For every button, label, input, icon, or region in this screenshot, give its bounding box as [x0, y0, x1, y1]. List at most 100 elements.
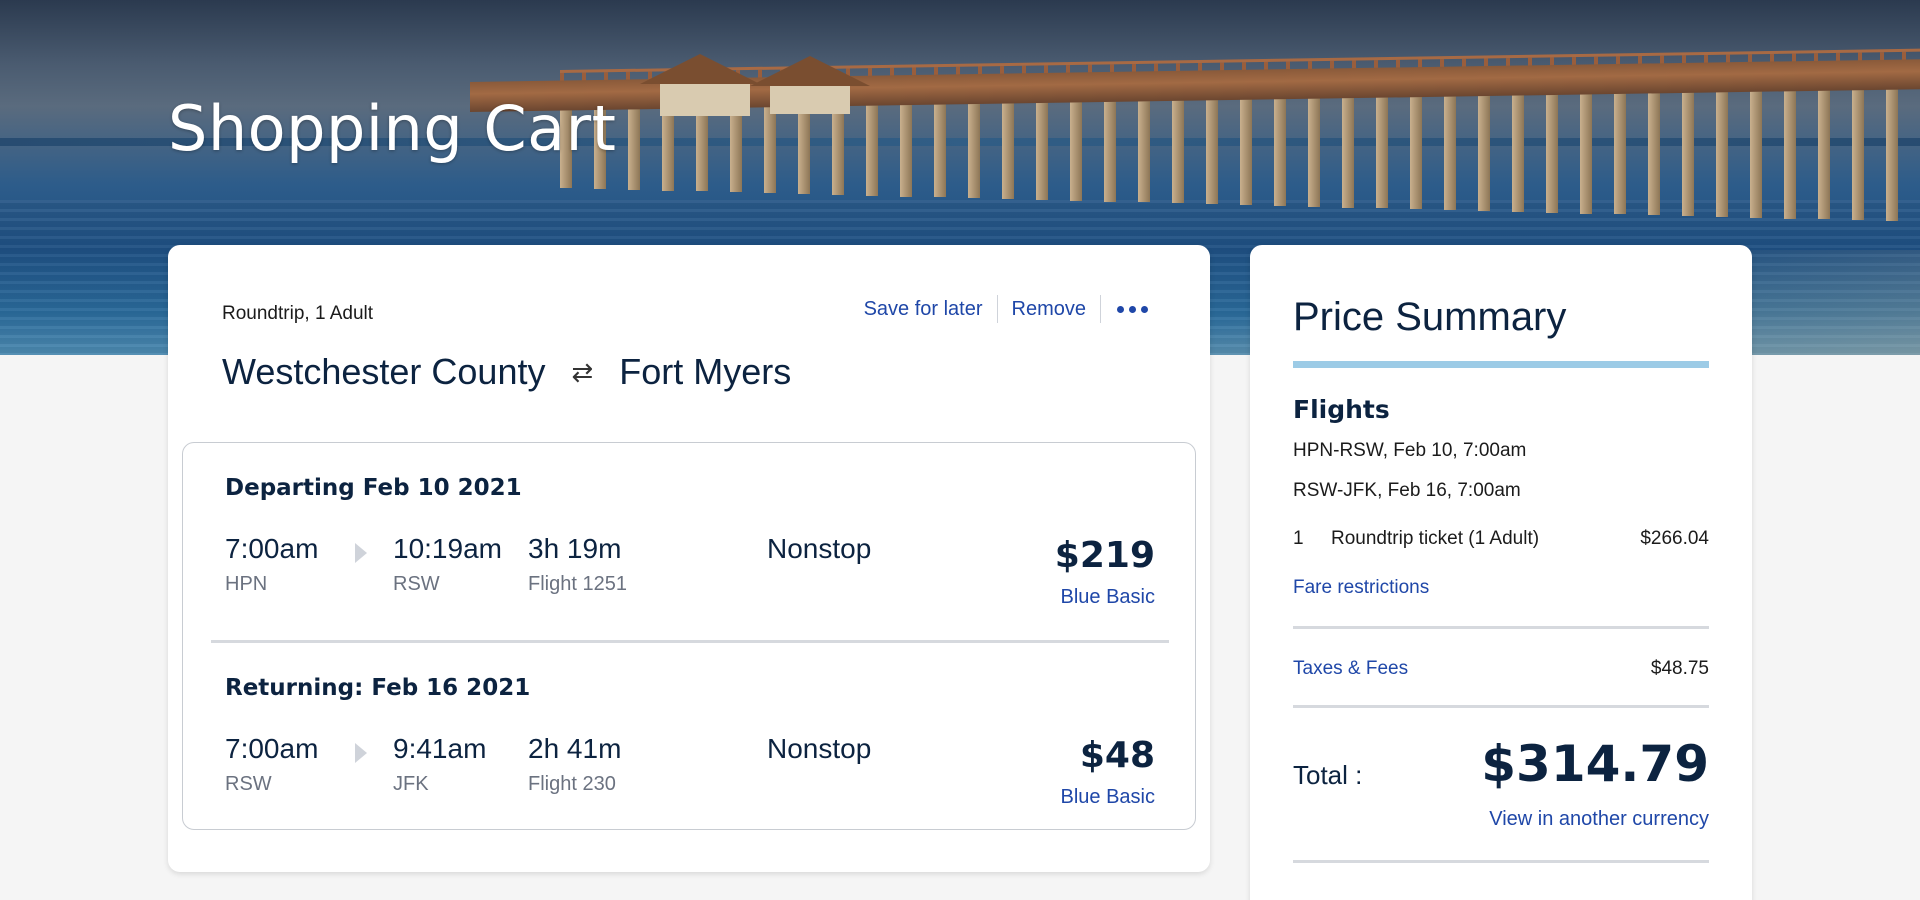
pier-piling: [1614, 90, 1626, 215]
total-amount: $314.79: [1481, 735, 1709, 793]
departure-code: HPN: [225, 573, 268, 595]
arrow-right-icon: [355, 543, 367, 563]
pier-piling: [1886, 86, 1898, 222]
pier-piling: [1206, 97, 1218, 205]
arrival-col: 9:41am JFK: [393, 733, 486, 796]
trip-meta: Roundtrip, 1 Adult: [222, 303, 374, 324]
arrow-right-icon: [355, 743, 367, 763]
departure-col: 7:00am HPN: [225, 533, 318, 596]
pier-piling: [1138, 98, 1150, 203]
divider: [1293, 860, 1709, 863]
pier-piling: [1410, 94, 1422, 210]
ticket-row: 1 Roundtrip ticket (1 Adult) $266.04: [1293, 528, 1709, 550]
departure-time: 7:00am: [225, 733, 319, 764]
pier-piling: [1478, 93, 1490, 211]
page-title: Shopping Cart: [168, 92, 617, 165]
swap-arrows-icon: ⇄: [571, 356, 594, 387]
departure-code: RSW: [225, 773, 272, 795]
segment-price: $219: [1054, 535, 1155, 576]
segment-departing: Departing Feb 10 2021 7:00am HPN 10:19am…: [183, 443, 1195, 637]
pier-piling: [1308, 95, 1320, 207]
pier-piling: [1580, 91, 1592, 214]
ticket-qty: 1: [1293, 528, 1304, 549]
pier-hut: [660, 82, 750, 116]
segment-returning: Returning: Feb 16 2021 7:00am RSW 9:41am…: [183, 643, 1195, 837]
arrival-time: 9:41am: [393, 733, 487, 764]
flights-heading: Flights: [1293, 395, 1390, 424]
stops-col: Nonstop: [767, 533, 871, 565]
fare-restrictions-link[interactable]: Fare restrictions: [1293, 577, 1429, 599]
pier-piling: [1682, 89, 1694, 217]
arrival-time: 10:19am: [393, 533, 502, 564]
save-for-later-link[interactable]: Save for later: [864, 298, 983, 321]
pier-piling: [1818, 87, 1830, 220]
pier-piling: [764, 104, 776, 194]
pier-piling: [934, 101, 946, 198]
pier-piling: [1750, 88, 1762, 218]
duration-col: 2h 41m Flight 230: [528, 733, 621, 796]
flight-number: Flight 1251: [528, 573, 627, 595]
pier-piling: [1546, 92, 1558, 213]
pier-piling: [968, 101, 980, 199]
taxes-row: Taxes & Fees $48.75: [1293, 658, 1709, 680]
divider: [1100, 295, 1101, 323]
price-summary-title: Price Summary: [1293, 295, 1567, 339]
pier-piling: [1444, 93, 1456, 211]
ticket-amount: $266.04: [1640, 528, 1709, 549]
remove-link[interactable]: Remove: [1012, 298, 1086, 321]
pier-piling: [1240, 97, 1252, 205]
duration-col: 3h 19m Flight 1251: [528, 533, 627, 596]
pier-piling: [1342, 95, 1354, 208]
accent-bar: [1293, 361, 1709, 368]
price-col: $48 Blue Basic: [1061, 735, 1156, 809]
pier-piling: [1104, 99, 1116, 202]
ticket-desc: Roundtrip ticket (1 Adult): [1331, 528, 1540, 549]
destination-city: Fort Myers: [619, 351, 792, 392]
segment-title: Departing Feb 10 2021: [225, 475, 522, 501]
flight-segments: Departing Feb 10 2021 7:00am HPN 10:19am…: [182, 442, 1196, 830]
pier-piling: [1172, 98, 1184, 204]
flight-leg: RSW-JFK, Feb 16, 7:00am: [1293, 480, 1521, 501]
duration: 2h 41m: [528, 733, 622, 764]
pier-piling: [1002, 100, 1014, 200]
pier-hut-roof: [750, 56, 870, 86]
duration: 3h 19m: [528, 533, 622, 564]
stops: Nonstop: [767, 533, 872, 564]
flight-leg: HPN-RSW, Feb 10, 7:00am: [1293, 440, 1527, 461]
divider: [1293, 705, 1709, 708]
pier-piling: [1648, 90, 1660, 216]
pier-piling: [1070, 99, 1082, 201]
price-summary-card: Price Summary Flights HPN-RSW, Feb 10, 7…: [1250, 245, 1752, 900]
pier-piling: [628, 106, 640, 190]
flight-number: Flight 230: [528, 773, 616, 795]
fare-type-link[interactable]: Blue Basic: [1061, 786, 1156, 809]
departure-time: 7:00am: [225, 533, 319, 564]
pier-piling: [1274, 96, 1286, 206]
view-another-currency-link[interactable]: View in another currency: [1489, 808, 1709, 831]
pier-piling: [730, 105, 742, 193]
fare-type-link[interactable]: Blue Basic: [1055, 586, 1156, 609]
divider: [1293, 626, 1709, 629]
pier-piling: [662, 106, 674, 191]
total-label: Total :: [1293, 760, 1363, 790]
pier-piling: [1376, 94, 1388, 209]
stops: Nonstop: [767, 733, 872, 764]
segment-title: Returning: Feb 16 2021: [225, 675, 531, 701]
route: Westchester County ⇄ Fort Myers: [222, 351, 791, 393]
pier-piling: [866, 103, 878, 196]
arrival-code: JFK: [393, 773, 429, 795]
taxes-amount: $48.75: [1650, 658, 1709, 679]
pier-piling: [1784, 88, 1796, 219]
pier-piling: [1852, 87, 1864, 221]
origin-city: Westchester County: [222, 351, 546, 392]
pier-piling: [900, 102, 912, 197]
arrival-col: 10:19am RSW: [393, 533, 502, 596]
pier-piling: [798, 104, 810, 194]
segment-price: $48: [1079, 735, 1155, 776]
price-col: $219 Blue Basic: [1055, 535, 1155, 609]
more-horizontal-icon[interactable]: [1115, 302, 1150, 317]
departure-col: 7:00am RSW: [225, 733, 318, 796]
stops-col: Nonstop: [767, 733, 871, 765]
taxes-fees-link[interactable]: Taxes & Fees: [1293, 658, 1651, 680]
pier-piling: [696, 105, 708, 192]
